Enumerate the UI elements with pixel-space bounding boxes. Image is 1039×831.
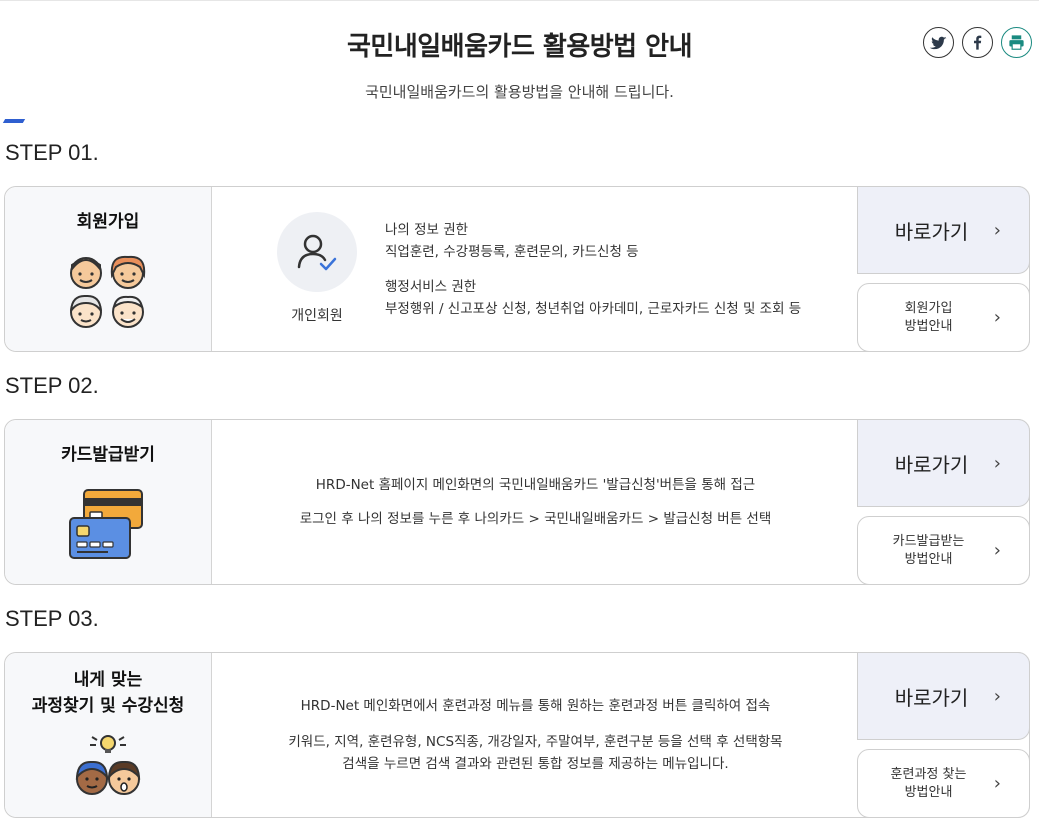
step-1-left-panel: 회원가입 xyxy=(5,187,212,351)
step-3-go-button[interactable]: 바로가기 › xyxy=(857,652,1030,740)
user-check-icon xyxy=(297,234,337,271)
step-3-desc-line-3: 검색을 누르면 검색 결과와 관련된 통합 정보를 제공하는 메뉴입니다. xyxy=(342,756,729,772)
step-3-desc-line-1: HRD-Net 메인화면에서 훈련과정 메뉴를 통해 원하는 훈련과정 버튼 클… xyxy=(300,698,771,714)
idea-people-icon xyxy=(75,735,141,795)
member-avatar xyxy=(277,212,357,292)
facebook-share-button[interactable] xyxy=(962,27,993,58)
member-type-label: 개인회원 xyxy=(291,308,343,324)
print-icon xyxy=(1009,35,1024,50)
go-button-label: 바로가기 xyxy=(894,219,969,244)
go-button-label: 바로가기 xyxy=(894,452,969,477)
step-3-title-line-2: 과정찾기 및 수강신청 xyxy=(31,696,185,716)
step-3-desc-line-2: 키워드, 지역, 훈련유형, NCS직종, 개강일자, 주말여부, 훈련구분 등… xyxy=(288,734,783,750)
step-2-label: STEP 02. xyxy=(5,373,99,398)
step-2-card: 카드발급받기 HRD-Net 홈페이지 메인화면의 국민내일배움카드 '발급신청… xyxy=(4,419,1030,585)
chevron-right-icon: › xyxy=(993,540,1001,561)
credit-cards-icon xyxy=(69,489,143,559)
four-people-faces-icon xyxy=(70,255,146,328)
facebook-icon xyxy=(974,35,982,50)
guide-button-label: 카드발급받는 방법안내 xyxy=(892,533,965,567)
step-3-left-panel: 내게 맞는 과정찾기 및 수강신청 xyxy=(5,653,212,817)
page-title: 국민내일배움카드 활용방법 안내 xyxy=(347,32,692,62)
print-button[interactable] xyxy=(1001,27,1032,58)
step-2-desc-line-2: 로그인 후 나의 정보를 누른 후 나의카드 > 국민내일배움카드 > 발급신청… xyxy=(299,511,772,527)
twitter-icon xyxy=(929,36,947,50)
step-3-card: 내게 맞는 과정찾기 및 수강신청 HRD-Net 메인화면에서 훈련과정 메뉴… xyxy=(4,652,1030,818)
chevron-right-icon: › xyxy=(993,452,1001,474)
step-1-go-button[interactable]: 바로가기 › xyxy=(857,186,1030,274)
go-button-label: 바로가기 xyxy=(894,685,969,710)
guide-button-label: 회원가입 방법안내 xyxy=(904,300,953,334)
step-1-label: STEP 01. xyxy=(5,140,99,165)
step-3-content: HRD-Net 메인화면에서 훈련과정 메뉴를 통해 원하는 훈련과정 버튼 클… xyxy=(212,653,859,817)
step-2-desc-line-1: HRD-Net 홈페이지 메인화면의 국민내일배움카드 '발급신청'버튼을 통해… xyxy=(315,477,756,493)
section-accent-bar xyxy=(2,119,26,123)
top-divider xyxy=(0,0,1039,4)
step-1-guide-button[interactable]: 회원가입 방법안내 › xyxy=(857,283,1030,352)
chevron-right-icon: › xyxy=(993,219,1001,241)
permission-block-admin-service: 행정서비스 권한 부정행위 / 신고포상 신청, 청년취업 아카데미, 근로자카… xyxy=(385,276,801,320)
share-toolbar xyxy=(923,27,1032,58)
step-2-guide-button[interactable]: 카드발급받는 방법안내 › xyxy=(857,516,1030,585)
chevron-right-icon: › xyxy=(993,307,1001,328)
chevron-right-icon: › xyxy=(993,773,1001,794)
guide-button-label: 훈련과정 찾는 방법안내 xyxy=(890,766,967,800)
step-3-title: 내게 맞는 과정찾기 및 수강신청 xyxy=(5,667,211,719)
step-1-title: 회원가입 xyxy=(76,212,140,232)
step-1-card: 회원가입 개인회원 나의 정보 권한 직업훈련, 수강평등록, 훈련문의, 카드… xyxy=(4,186,1030,352)
step-3-title-line-1: 내게 맞는 xyxy=(73,670,143,690)
step-2-go-button[interactable]: 바로가기 › xyxy=(857,419,1030,507)
permission-desc: 부정행위 / 신고포상 신청, 청년취업 아카데미, 근로자카드 신청 및 조회… xyxy=(385,301,802,317)
twitter-share-button[interactable] xyxy=(923,27,954,58)
step-2-title: 카드발급받기 xyxy=(61,445,155,465)
step-3-label: STEP 03. xyxy=(5,606,99,631)
step-1-content: 개인회원 나의 정보 권한 직업훈련, 수강평등록, 훈련문의, 카드신청 등 … xyxy=(212,187,859,351)
step-2-content: HRD-Net 홈페이지 메인화면의 국민내일배움카드 '발급신청'버튼을 통해… xyxy=(212,420,859,584)
permission-block-my-info: 나의 정보 권한 직업훈련, 수강평등록, 훈련문의, 카드신청 등 xyxy=(385,219,639,263)
permission-desc: 직업훈련, 수강평등록, 훈련문의, 카드신청 등 xyxy=(385,244,639,260)
permission-title: 나의 정보 권한 xyxy=(385,222,469,238)
permission-title: 행정서비스 권한 xyxy=(385,279,477,295)
chevron-right-icon: › xyxy=(993,685,1001,707)
step-3-guide-button[interactable]: 훈련과정 찾는 방법안내 › xyxy=(857,749,1030,818)
step-2-left-panel: 카드발급받기 xyxy=(5,420,212,584)
page-subtitle: 국민내일배움카드의 활용방법을 안내해 드립니다. xyxy=(365,83,674,101)
